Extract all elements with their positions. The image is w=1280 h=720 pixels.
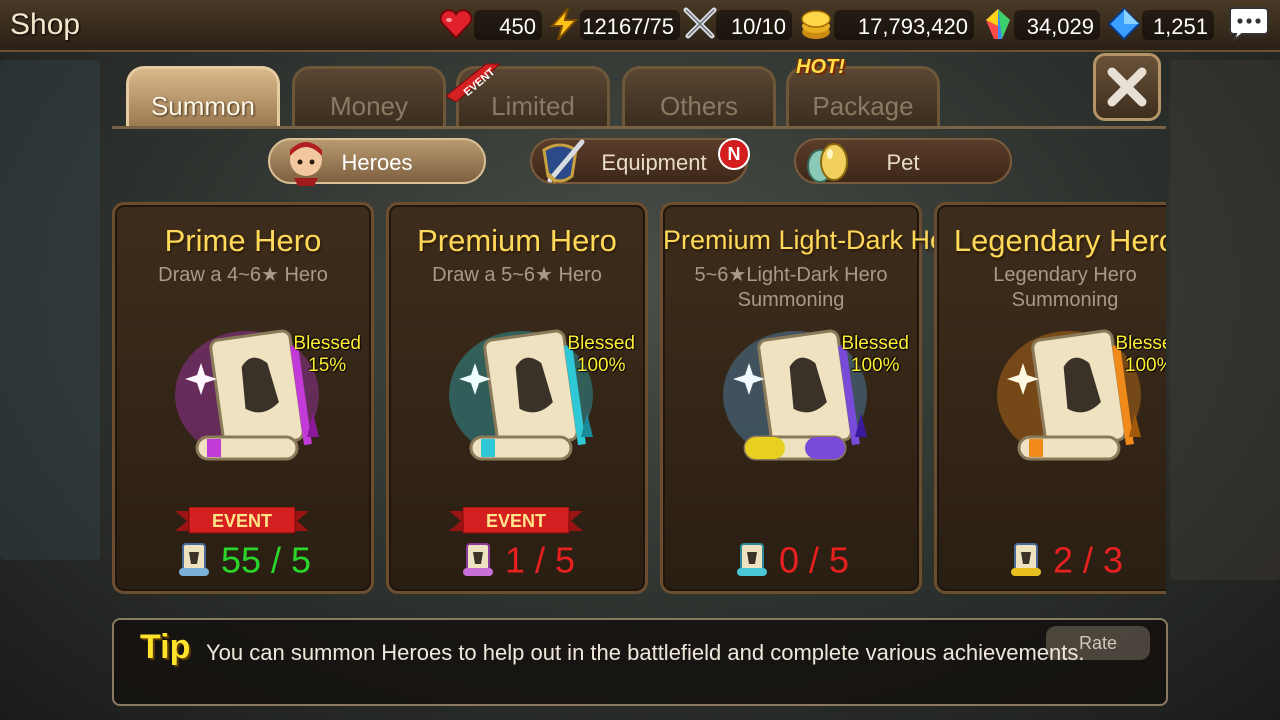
event-label: EVENT bbox=[486, 511, 546, 531]
summon-card-premium-light-dark-hero[interactable]: Premium Light-Dark Hero 5~6★Light-Dark H… bbox=[660, 202, 970, 594]
event-label: EVENT bbox=[212, 511, 272, 531]
tabs-divider bbox=[112, 126, 1166, 129]
summon-count: 0 / 5 bbox=[663, 537, 919, 581]
tip-text: You can summon Heroes to help out in the… bbox=[206, 640, 1085, 665]
blessed-badge: Blessed 100% bbox=[1115, 333, 1166, 376]
summon-count: 55 / 5 bbox=[115, 537, 371, 581]
rainbow-gem-counter: 34,029 bbox=[1014, 10, 1100, 40]
event-ribbon: EVENT bbox=[446, 63, 502, 102]
card-title: Prime Hero bbox=[164, 223, 322, 258]
tip-box: Tip Rate You can summon Heroes to help o… bbox=[112, 618, 1168, 706]
summon-card-prime-hero[interactable]: Prime Hero Draw a 4~6★ Hero Blessed 15% … bbox=[112, 202, 374, 594]
card-subtitle: Draw a 5~6★ Hero bbox=[432, 264, 602, 286]
chat-icon[interactable] bbox=[1226, 6, 1270, 42]
subtab-heroes[interactable]: Heroes bbox=[268, 138, 486, 186]
summon-card-legendary-hero[interactable]: Legendary Hero Legendary Hero Summoning … bbox=[934, 202, 1166, 594]
subtab-pet[interactable]: Pet bbox=[794, 138, 1012, 184]
energy-counter: 12167/75 bbox=[580, 10, 680, 40]
gold-coins-icon bbox=[801, 10, 831, 39]
card-title: Premium Light-Dark Hero bbox=[663, 225, 970, 255]
page-title: Shop bbox=[10, 8, 81, 41]
summon-card-premium-hero[interactable]: Premium Hero Draw a 5~6★ Hero Blessed 10… bbox=[386, 202, 648, 594]
card-subtitle: 5~6★Light-Dark Hero Summoning bbox=[694, 264, 888, 311]
rainbow-gem-icon bbox=[986, 9, 1010, 39]
scroll-ticket-icon bbox=[736, 543, 767, 577]
background-building bbox=[1170, 60, 1280, 580]
tab-summon[interactable]: Summon bbox=[126, 66, 280, 128]
card-title: Premium Hero bbox=[417, 223, 617, 258]
event-banner: EVENT bbox=[175, 507, 309, 534]
new-badge: N bbox=[718, 138, 750, 170]
gold-counter: 17,793,420 bbox=[834, 10, 974, 40]
subtab-equipment[interactable]: Equipment bbox=[530, 138, 748, 184]
blue-diamond-icon bbox=[1107, 7, 1141, 41]
card-subtitle: Draw a 4~6★ Hero bbox=[158, 264, 328, 286]
background-building bbox=[0, 60, 100, 560]
blessed-badge: Blessed 100% bbox=[841, 333, 909, 376]
battle-counter: 10/10 bbox=[716, 10, 792, 40]
stamina-counter: 450 bbox=[474, 10, 542, 40]
summon-count: 2 / 3 bbox=[937, 537, 1166, 581]
tip-label: Tip bbox=[140, 628, 191, 666]
tab-others[interactable]: Others bbox=[622, 66, 776, 128]
blessed-badge: Blessed 15% bbox=[293, 333, 361, 376]
card-subtitle: Legendary Hero Summoning bbox=[993, 264, 1137, 311]
close-button[interactable] bbox=[1093, 53, 1161, 121]
summon-count: 1 / 5 bbox=[389, 537, 645, 581]
close-icon bbox=[1107, 67, 1147, 107]
scroll-ticket-icon bbox=[1010, 543, 1041, 577]
scroll-ticket-icon bbox=[462, 543, 493, 577]
event-banner: EVENT bbox=[449, 507, 583, 534]
tab-money[interactable]: Money bbox=[292, 66, 446, 128]
diamond-counter: 1,251 bbox=[1142, 10, 1214, 40]
scroll-ticket-icon bbox=[178, 543, 209, 577]
card-title: Legendary Hero bbox=[953, 223, 1166, 258]
heart-icon bbox=[439, 9, 473, 40]
hot-badge: HOT! bbox=[796, 56, 845, 78]
top-bar: Shop 450 12167/75 10/10 17,793,420 34,02… bbox=[0, 0, 1280, 52]
blessed-badge: Blessed 100% bbox=[567, 333, 635, 376]
summon-cards-carousel[interactable]: Prime Hero Draw a 4~6★ Hero Blessed 15% … bbox=[110, 200, 1166, 596]
lightning-icon bbox=[549, 7, 579, 41]
crossed-swords-icon bbox=[683, 7, 717, 39]
